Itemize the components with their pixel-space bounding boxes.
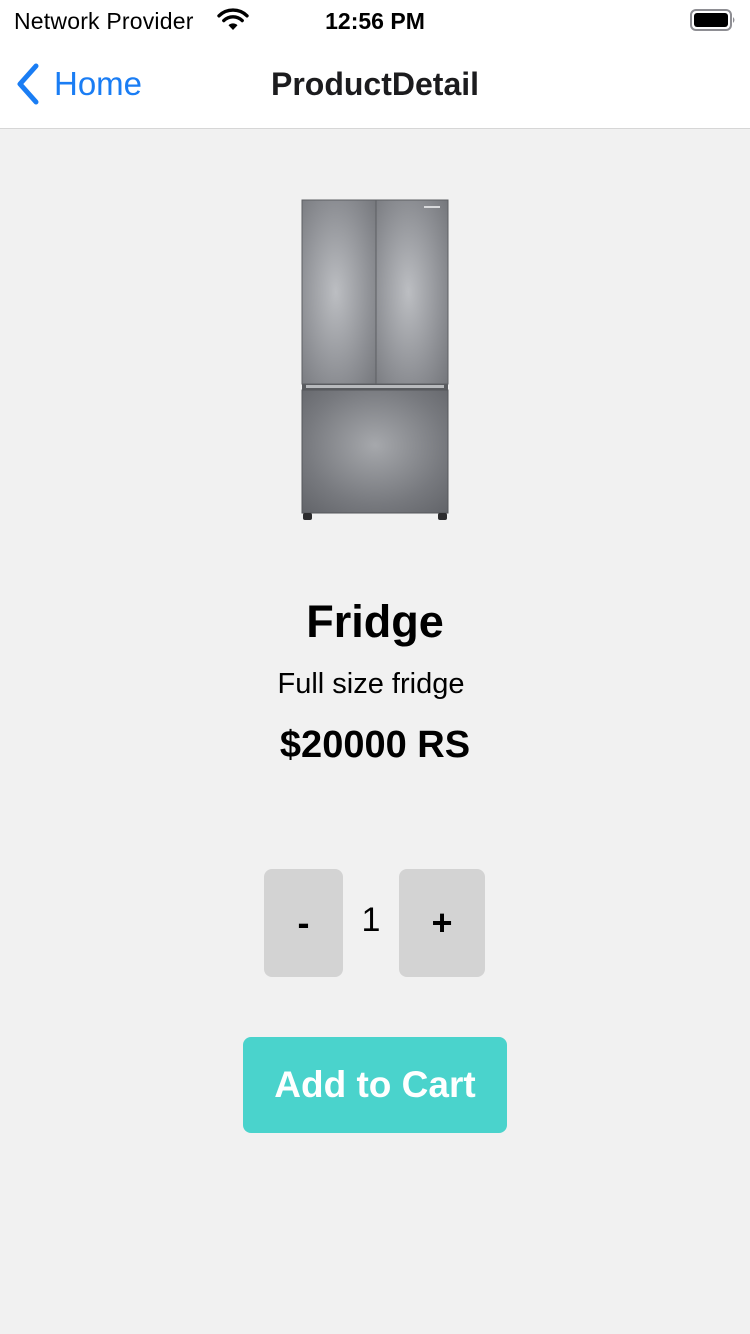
page-title: ProductDetail [270,66,480,102]
quantity-value: 1 [361,901,381,939]
navigation-bar: Home ProductDetail [0,42,750,129]
product-name: Fridge [306,596,444,647]
quantity-decrement-button[interactable]: - [264,869,343,977]
product-description: Full size fridge [277,668,465,700]
quantity-increment-button[interactable]: + [399,869,485,977]
battery-icon [690,9,735,31]
product-price: $20000 RS [279,724,471,766]
status-bar: Network Provider 12:56 PM [0,0,750,42]
product-detail-screen: Network Provider 12:56 PM Home ProductDe… [0,0,750,1334]
status-time: 12:56 PM [325,8,425,34]
fridge-image [301,199,449,520]
add-to-cart-button[interactable]: Add to Cart [243,1037,507,1133]
